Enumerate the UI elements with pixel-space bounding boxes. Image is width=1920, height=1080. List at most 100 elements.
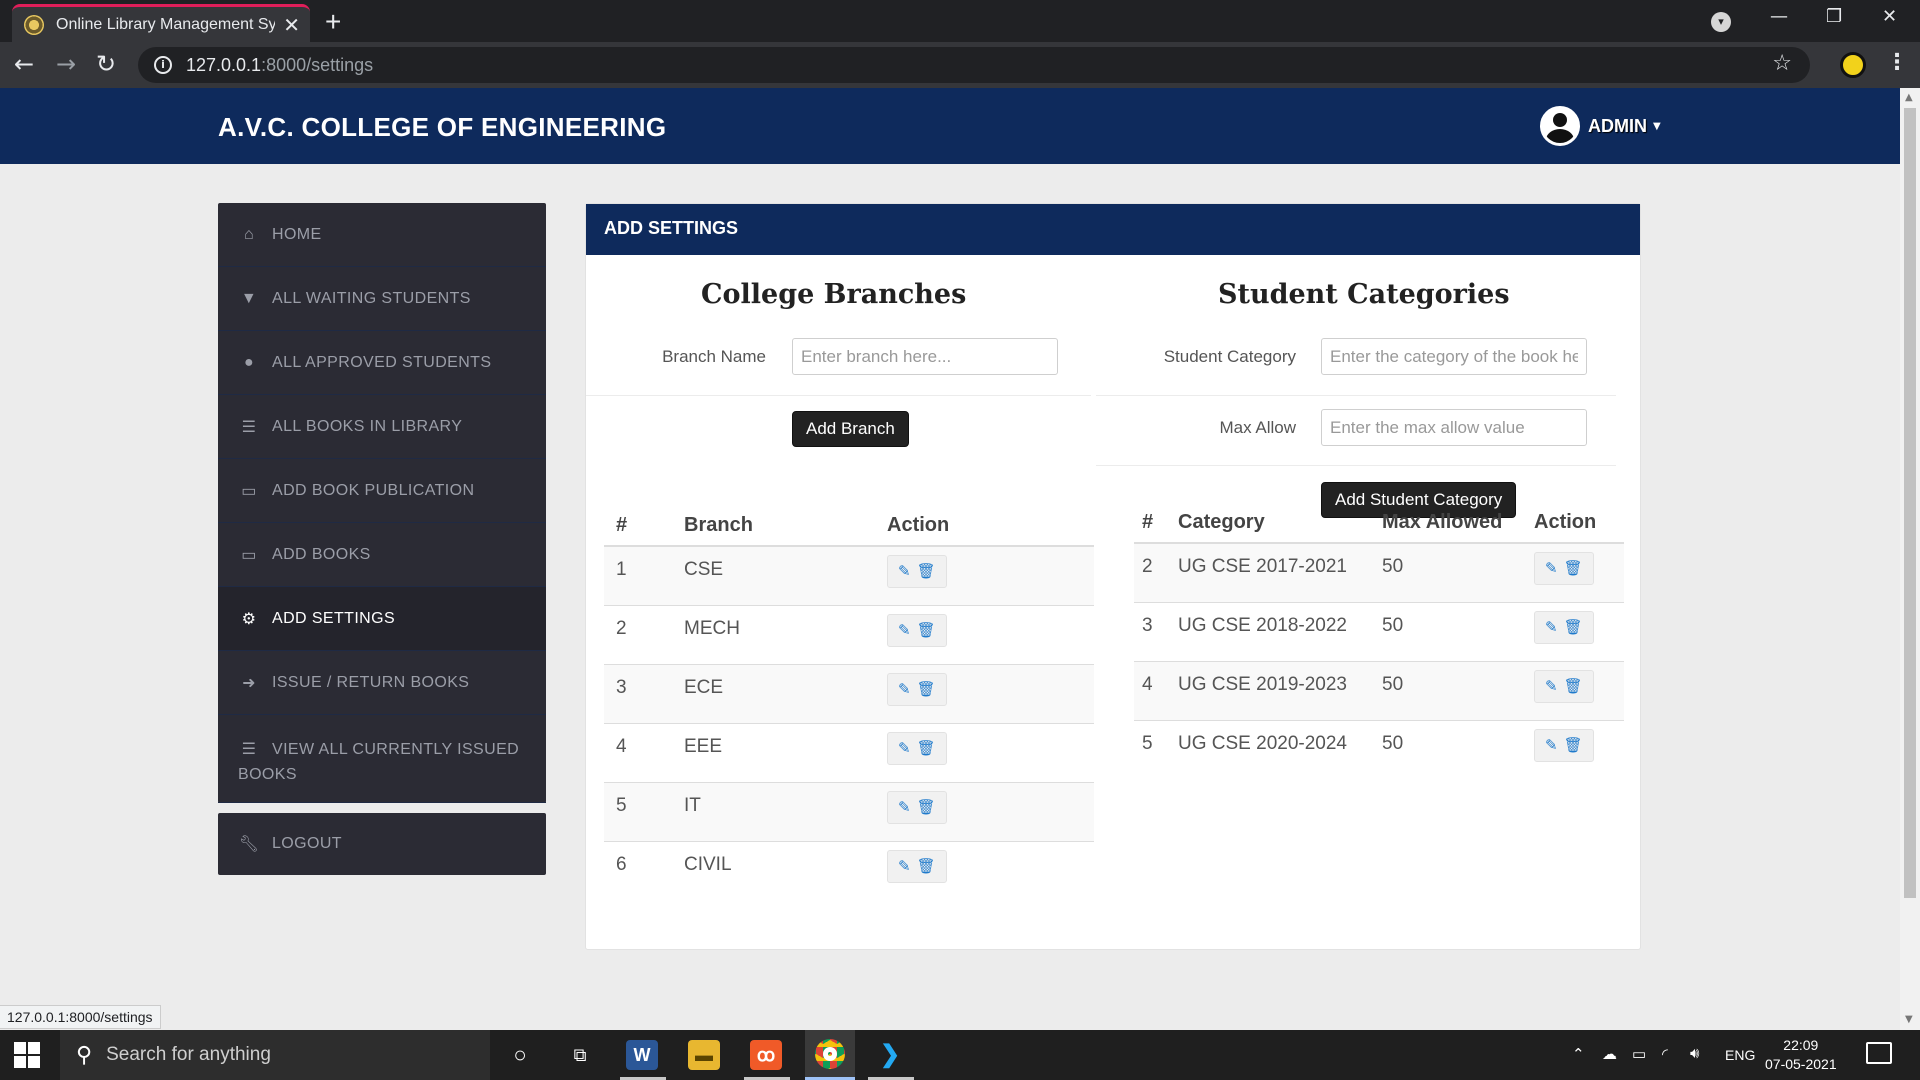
filter-icon: ▼ [240,289,258,307]
trash-icon[interactable]: 🗑︎ [917,800,936,815]
site-favicon-icon [24,14,44,35]
sign-out-icon: ➜ [242,674,256,692]
edit-icon[interactable]: ✎ [898,623,911,638]
action-cell: ✎ 🗑︎ [1534,602,1624,662]
max-allow-input[interactable] [1321,409,1587,446]
row-number: 3 [1134,602,1178,662]
divider [1096,465,1616,466]
onedrive-icon[interactable]: ☁ [1602,1045,1617,1063]
tab-search-icon[interactable]: ▾ [1711,12,1731,32]
sidebar-item-add-books[interactable]: ▭ ADD BOOKS [218,523,546,587]
trash-icon[interactable]: 🗑︎ [1564,561,1583,576]
trash-icon[interactable]: 🗑︎ [917,859,936,874]
cortana-icon[interactable]: ○ [504,1040,536,1070]
task-view-icon[interactable]: ⧉ [564,1040,596,1070]
sidebar-item-all-books[interactable]: ☰ ALL BOOKS IN LIBRARY [218,395,546,459]
file-explorer-icon[interactable]: ▬ [688,1040,720,1070]
row-number: 2 [1134,543,1178,603]
back-icon[interactable]: ← [14,50,34,78]
new-tab-button[interactable]: + [325,6,341,38]
word-icon[interactable]: W [626,1040,658,1070]
table-row: 4 EEE ✎ 🗑︎ [604,723,1094,783]
xampp-icon[interactable]: ꝏ [750,1040,782,1070]
battery-icon[interactable]: ▭ [1632,1045,1646,1063]
minimize-icon[interactable]: — [1770,6,1788,27]
wifi-icon[interactable]: ◜ [1662,1045,1668,1063]
action-group: ✎ 🗑︎ [1534,610,1594,644]
wrench-icon: 🔧︎ [238,836,260,853]
clock[interactable]: 22:09 07-05-2021 [1765,1036,1837,1074]
student-category-input[interactable] [1321,338,1587,375]
vscode-icon[interactable]: ❯ [874,1040,906,1070]
windows-start-icon[interactable] [14,1042,40,1068]
volume-icon[interactable]: 🔊︎ [1690,1045,1699,1062]
browser-tab[interactable]: Online Library Management System ✕ [12,4,310,42]
add-branch-button[interactable]: Add Branch [792,411,909,447]
notification-icon[interactable] [1866,1042,1892,1064]
sidebar-item-home[interactable]: ⌂ HOME [218,203,546,267]
tab-close-icon[interactable]: ✕ [283,13,300,37]
edit-icon[interactable]: ✎ [898,859,911,874]
trash-icon[interactable]: 🗑︎ [1564,620,1583,635]
table-row: 4 UG CSE 2019-2023 50 ✎ 🗑︎ [1134,661,1624,721]
sidebar-item-add-publication[interactable]: ▭ ADD BOOK PUBLICATION [218,459,546,523]
address-bar[interactable]: i 127.0.0.1 :8000/settings ☆ [138,47,1810,83]
taskbar-search[interactable]: ⚲ Search for anything [60,1030,490,1080]
edit-icon[interactable]: ✎ [898,800,911,815]
show-hidden-icons-icon[interactable]: ⌃ [1572,1045,1585,1063]
taskbar: ⚲ Search for anything ○ ⧉ W ▬ ꝏ ❯ ⌃ ☁ ▭ … [0,1030,1920,1080]
action-group: ✎ 🗑︎ [887,672,947,706]
edit-icon[interactable]: ✎ [1545,738,1558,753]
action-group: ✎ 🗑︎ [887,613,947,647]
forward-icon[interactable]: → [56,50,76,78]
site-info-icon[interactable]: i [154,56,172,74]
action-cell: ✎ 🗑︎ [887,782,1094,842]
scroll-up-icon[interactable]: ▲ [1905,92,1913,103]
table-row: 5 UG CSE 2020-2024 50 ✎ 🗑︎ [1134,720,1624,779]
bookmark-star-icon[interactable]: ☆ [1772,51,1792,76]
action-group: ✎ 🗑︎ [1534,552,1594,585]
sidebar-item-label: ALL APPROVED STUDENTS [272,353,492,371]
browser-menu-icon[interactable]: ⋮ [1886,50,1908,75]
sidebar-item-issued-books[interactable]: ☰ VIEW ALL CURRENTLY ISSUED BOOKS [218,715,546,803]
college-brand[interactable]: A.V.C. COLLEGE OF ENGINEERING [218,112,666,143]
trash-icon[interactable]: 🗑︎ [1564,738,1583,753]
trash-icon[interactable]: 🗑︎ [1564,679,1583,694]
sidebar-item-label: ADD SETTINGS [272,609,396,627]
close-window-icon[interactable]: ✕ [1882,6,1897,27]
extension-icon[interactable] [1840,52,1866,78]
user-menu[interactable]: ADMIN ▼ [1540,106,1661,146]
edit-icon[interactable]: ✎ [1545,561,1558,576]
trash-icon[interactable]: 🗑︎ [917,564,936,579]
reload-icon[interactable]: ↻ [96,50,116,78]
branch-name-input[interactable] [792,338,1058,375]
sidebar-item-waiting-students[interactable]: ▼ ALL WAITING STUDENTS [218,267,546,331]
home-icon: ⌂ [243,225,255,243]
sidebar: ⌂ HOME ▼ ALL WAITING STUDENTS ● ALL APPR… [218,203,546,803]
chrome-icon[interactable] [805,1030,855,1080]
row-number: 6 [616,853,627,875]
sidebar-item-approved-students[interactable]: ● ALL APPROVED STUDENTS [218,331,546,395]
edit-icon[interactable]: ✎ [1545,620,1558,635]
edit-icon[interactable]: ✎ [898,682,911,697]
sidebar-item-issue-return[interactable]: ➜ ISSUE / RETURN BOOKS [218,651,546,715]
restore-icon[interactable]: ❐ [1826,6,1842,27]
logout-button[interactable]: 🔧︎ LOGOUT [218,813,546,875]
trash-icon[interactable]: 🗑︎ [917,623,936,638]
trash-icon[interactable]: 🗑︎ [917,682,936,697]
trash-icon[interactable]: 🗑︎ [917,741,936,756]
column-header: Action [887,498,1094,547]
sidebar-item-add-settings[interactable]: ⚙ ADD SETTINGS [218,587,546,651]
category-name: UG CSE 2019-2023 [1178,661,1382,721]
edit-icon[interactable]: ✎ [898,741,911,756]
column-header: # [604,498,684,547]
scroll-thumb[interactable] [1904,108,1916,898]
column-header: Action [1534,495,1624,544]
max-allowed: 50 [1382,602,1534,662]
branches-title: College Branches [701,279,967,310]
edit-icon[interactable]: ✎ [898,564,911,579]
page-scrollbar[interactable]: ▲ ▼ [1900,88,1920,1030]
scroll-down-icon[interactable]: ▼ [1905,1014,1913,1025]
language-indicator[interactable]: ENG [1725,1047,1755,1063]
edit-icon[interactable]: ✎ [1545,679,1558,694]
